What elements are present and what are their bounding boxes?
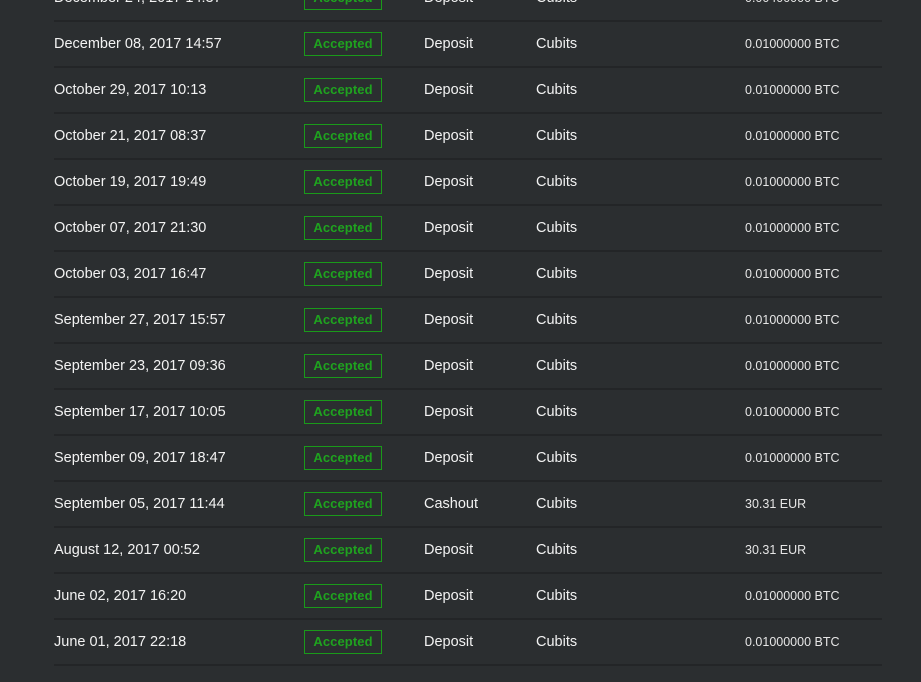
status-badge[interactable]: Accepted <box>304 630 382 654</box>
status-badge[interactable]: Accepted <box>304 262 382 286</box>
transaction-type: Deposit <box>424 36 474 52</box>
transaction-provider: Cubits <box>536 36 578 52</box>
transaction-provider: Cubits <box>536 634 578 650</box>
status-badge[interactable]: Accepted <box>304 446 382 470</box>
transaction-amount: 0.00400000 BTC <box>745 0 840 20</box>
status-badge[interactable]: Accepted <box>304 308 382 332</box>
transaction-provider: Cubits <box>536 174 578 190</box>
transaction-provider: Cubits <box>536 404 578 420</box>
status-badge[interactable]: Accepted <box>304 170 382 194</box>
transaction-amount: 0.01000000 BTC <box>745 589 840 603</box>
status-badge[interactable]: Accepted <box>304 584 382 608</box>
transaction-table: December 24, 2017 14:37 Accepted Deposit Cu… <box>54 0 882 666</box>
transaction-date: June 01, 2017 22:18 <box>54 634 187 650</box>
table-row: June 01, 2017 22:18 Accepted Deposit Cubits… <box>54 620 882 666</box>
table-row: September 27, 2017 15:57 Accepted Deposit C… <box>54 298 882 344</box>
transaction-date: September 09, 2017 18:47 <box>54 450 226 466</box>
transaction-provider: Cubits <box>536 82 578 98</box>
transaction-type: Deposit <box>424 220 474 236</box>
transaction-provider: Cubits <box>536 358 578 374</box>
transaction-type: Deposit <box>424 312 474 328</box>
transaction-amount: 0.01000000 BTC <box>745 83 840 97</box>
status-badge[interactable]: Accepted <box>304 400 382 424</box>
table-row: October 29, 2017 10:13 Accepted Deposit Cub… <box>54 68 882 114</box>
status-badge[interactable]: Accepted <box>304 32 382 56</box>
transaction-provider: Cubits <box>536 128 578 144</box>
table-row: September 05, 2017 11:44 Accepted Cashout C… <box>54 482 882 528</box>
table-row: October 21, 2017 08:37 Accepted Deposit Cub… <box>54 114 882 160</box>
transaction-amount: 0.01000000 BTC <box>745 313 840 327</box>
transaction-type: Deposit <box>424 588 474 604</box>
transaction-date: October 29, 2017 10:13 <box>54 82 207 98</box>
transaction-amount: 0.01000000 BTC <box>745 635 840 649</box>
transaction-provider: Cubits <box>536 312 578 328</box>
transaction-date: October 07, 2017 21:30 <box>54 220 207 236</box>
transaction-amount: 0.01000000 BTC <box>745 359 840 373</box>
transaction-date: October 19, 2017 19:49 <box>54 174 207 190</box>
transaction-type: Cashout <box>424 496 479 512</box>
status-badge[interactable]: Accepted <box>304 216 382 240</box>
transaction-amount: 0.01000000 BTC <box>745 451 840 465</box>
transaction-provider: Cubits <box>536 450 578 466</box>
transaction-amount: 0.01000000 BTC <box>745 405 840 419</box>
transaction-date: October 21, 2017 08:37 <box>54 128 207 144</box>
table-row: August 12, 2017 00:52 Accepted Deposit Cubi… <box>54 528 882 574</box>
table-row: December 24, 2017 14:37 Accepted Deposit Cu… <box>54 0 882 22</box>
transaction-type: Deposit <box>424 404 474 420</box>
transaction-type: Deposit <box>424 634 474 650</box>
transaction-amount: 0.01000000 BTC <box>745 37 840 51</box>
transaction-provider: Cubits <box>536 266 578 282</box>
table-row: September 23, 2017 09:36 Accepted Deposit C… <box>54 344 882 390</box>
table-row: December 08, 2017 14:57 Accepted Deposit Cu… <box>54 22 882 68</box>
transaction-amount: 0.01000000 BTC <box>745 221 840 235</box>
transaction-date: September 27, 2017 15:57 <box>54 312 226 328</box>
status-badge[interactable]: Accepted <box>304 492 382 516</box>
transaction-date: December 08, 2017 14:57 <box>54 36 222 52</box>
table-row: October 19, 2017 19:49 Accepted Deposit Cub… <box>54 160 882 206</box>
transaction-provider: Cubits <box>536 220 578 236</box>
transaction-type: Deposit <box>424 82 474 98</box>
transaction-date: October 03, 2017 16:47 <box>54 266 207 282</box>
transaction-type: Deposit <box>424 266 474 282</box>
status-badge[interactable]: Accepted <box>304 0 382 10</box>
table-row: September 09, 2017 18:47 Accepted Deposit C… <box>54 436 882 482</box>
transaction-date: August 12, 2017 00:52 <box>54 542 200 558</box>
transaction-type: Deposit <box>424 450 474 466</box>
transaction-type: Deposit <box>424 0 473 20</box>
transaction-amount: 30.31 EUR <box>745 497 807 511</box>
table-row: October 07, 2017 21:30 Accepted Deposit Cub… <box>54 206 882 252</box>
transaction-amount: 30.31 EUR <box>745 543 807 557</box>
transaction-type: Deposit <box>424 542 474 558</box>
transaction-provider: Cubits <box>536 496 578 512</box>
transaction-type: Deposit <box>424 174 474 190</box>
table-row: June 02, 2017 16:20 Accepted Deposit Cubits… <box>54 574 882 620</box>
transaction-date: December 24, 2017 14:37 <box>54 0 222 20</box>
transaction-amount: 0.01000000 BTC <box>745 129 840 143</box>
table-row: September 17, 2017 10:05 Accepted Deposit C… <box>54 390 882 436</box>
transaction-date: September 23, 2017 09:36 <box>54 358 226 374</box>
transaction-amount: 0.01000000 BTC <box>745 267 840 281</box>
transaction-date: September 05, 2017 11:44 <box>54 496 225 512</box>
transaction-provider: Cubits <box>536 0 577 20</box>
status-badge[interactable]: Accepted <box>304 538 382 562</box>
table-row: October 03, 2017 16:47 Accepted Deposit Cub… <box>54 252 882 298</box>
transaction-date: September 17, 2017 10:05 <box>54 404 226 420</box>
transaction-amount: 0.01000000 BTC <box>745 175 840 189</box>
transaction-provider: Cubits <box>536 588 578 604</box>
transaction-provider: Cubits <box>536 542 578 558</box>
status-badge[interactable]: Accepted <box>304 78 382 102</box>
status-badge[interactable]: Accepted <box>304 124 382 148</box>
transaction-type: Deposit <box>424 358 474 374</box>
transaction-type: Deposit <box>424 128 474 144</box>
status-badge[interactable]: Accepted <box>304 354 382 378</box>
transaction-date: June 02, 2017 16:20 <box>54 588 187 604</box>
